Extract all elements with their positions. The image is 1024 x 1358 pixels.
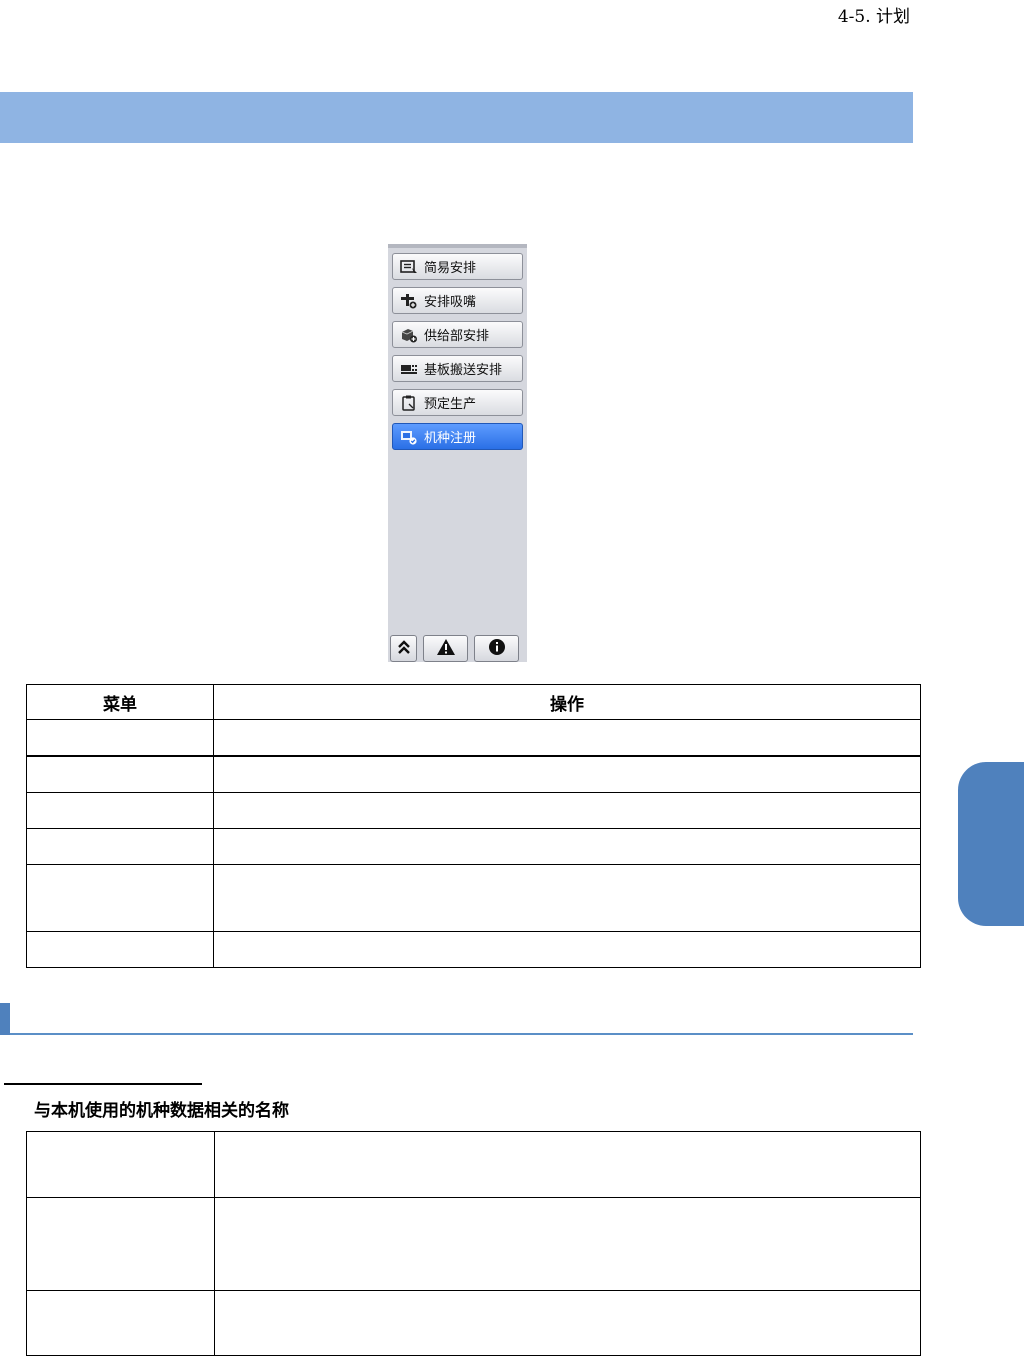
title-bar (0, 92, 913, 143)
table-row (26, 755, 921, 793)
column-header-operation: 操作 (213, 684, 921, 720)
column-header-menu: 菜单 (26, 684, 214, 720)
simple-schedule-icon (400, 259, 418, 275)
subheading-rule (4, 1083, 202, 1085)
menu-panel: 简易安排 安排吸嘴 供给部安排 基板搬送安排 预定生产 机种注册 (388, 244, 527, 662)
collapse-button[interactable] (390, 635, 417, 662)
table-row (26, 792, 921, 829)
menu-button-board-transfer[interactable]: 基板搬送安排 (392, 355, 523, 382)
table-row (26, 828, 921, 865)
table-header-row: 菜单 操作 (26, 684, 921, 720)
menu-button-label: 供给部安排 (424, 329, 490, 344)
menu-button-label: 机种注册 (424, 431, 477, 446)
terms-heading: 与本机使用的机种数据相关的名称 (34, 1101, 289, 1121)
nozzle-add-icon (400, 293, 418, 309)
table-row (26, 1131, 921, 1198)
clipboard-icon (400, 395, 418, 411)
menu-button-feeder-schedule[interactable]: 供给部安排 (392, 321, 523, 348)
section-divider (10, 1033, 913, 1035)
board-transfer-icon (400, 361, 418, 377)
section-marker (0, 1003, 10, 1035)
menu-button-label: 安排吸嘴 (424, 295, 477, 310)
table-row (26, 864, 921, 932)
double-chevron-up-icon (397, 639, 411, 659)
menu-button-model-register[interactable]: 机种注册 (392, 423, 523, 450)
chapter-side-tab (958, 762, 1024, 926)
info-icon (488, 638, 506, 660)
table-row (26, 1290, 921, 1356)
page-header-section: 4-5. 计划 (837, 7, 910, 27)
menu-operation-table: 菜单 操作 (26, 684, 921, 968)
menu-button-label: 预定生产 (424, 397, 477, 412)
table-row (26, 931, 921, 968)
terms-table (26, 1131, 921, 1356)
menu-button-simple-schedule[interactable]: 简易安排 (392, 253, 523, 280)
table-row (26, 1197, 921, 1291)
info-button[interactable] (474, 635, 519, 662)
warning-button[interactable] (423, 635, 468, 662)
menu-button-label: 基板搬送安排 (424, 363, 503, 378)
warning-icon (436, 638, 456, 660)
feeder-add-icon (400, 327, 418, 343)
model-register-icon (400, 429, 418, 445)
menu-button-nozzle-schedule[interactable]: 安排吸嘴 (392, 287, 523, 314)
menu-button-planned-production[interactable]: 预定生产 (392, 389, 523, 416)
table-row (26, 719, 921, 757)
menu-button-label: 简易安排 (424, 261, 477, 276)
